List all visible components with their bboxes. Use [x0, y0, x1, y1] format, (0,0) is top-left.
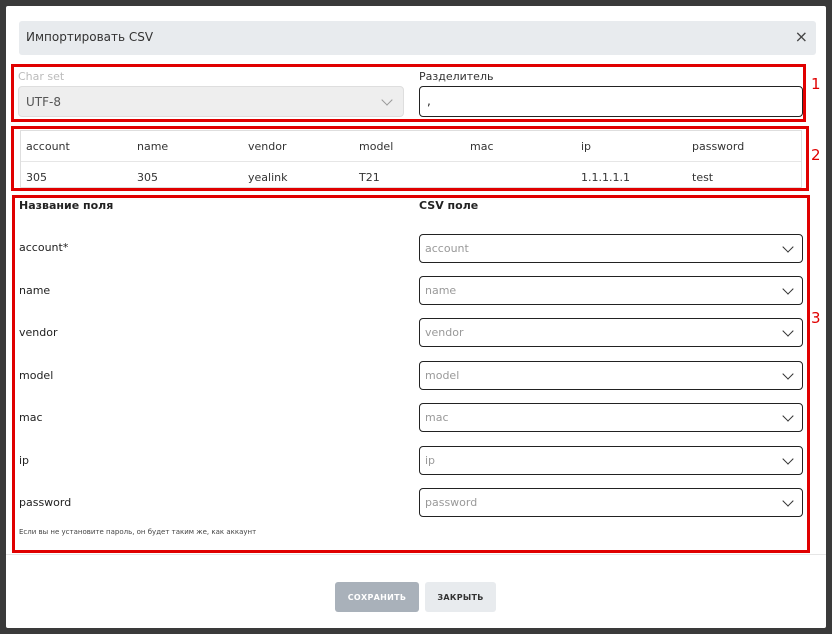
- chevron-down-icon: [782, 325, 794, 337]
- select-placeholder: model: [425, 369, 460, 382]
- csv-field-select-vendor[interactable]: vendor: [419, 318, 803, 347]
- csv-field-select-ip[interactable]: ip: [419, 446, 803, 475]
- chevron-down-icon: [782, 453, 794, 465]
- select-placeholder: name: [425, 284, 457, 297]
- annotation-label-1: 1: [811, 75, 821, 93]
- chevron-down-icon: [782, 368, 794, 380]
- table-header-cell: ip: [581, 140, 592, 153]
- separator-value: ,: [427, 94, 431, 108]
- chevron-down-icon: [782, 410, 794, 422]
- chevron-down-icon: [782, 495, 794, 507]
- table-header-row: account name vendor model mac ip passwor…: [21, 131, 801, 162]
- table-header-cell: account: [26, 140, 70, 153]
- csv-field-select-name[interactable]: name: [419, 276, 803, 305]
- charset-label: Char set: [18, 70, 65, 83]
- csv-preview-table: account name vendor model mac ip passwor…: [20, 130, 802, 188]
- select-placeholder: password: [425, 496, 478, 509]
- close-icon[interactable]: ×: [795, 28, 808, 46]
- footer-divider: [6, 554, 826, 555]
- dialog-title: Импортировать CSV: [26, 30, 154, 44]
- field-label-vendor: vendor: [19, 326, 58, 339]
- charset-select: UTF-8: [18, 86, 404, 117]
- charset-value: UTF-8: [26, 95, 61, 109]
- select-placeholder: account: [425, 242, 469, 255]
- table-cell: 305: [26, 171, 47, 184]
- table-cell: test: [692, 171, 714, 184]
- chevron-down-icon: [381, 94, 393, 106]
- table-header-cell: password: [692, 140, 745, 153]
- field-label-model: model: [19, 369, 54, 382]
- select-placeholder: vendor: [425, 326, 464, 339]
- password-hint: Если вы не установите пароль, он будет т…: [19, 528, 257, 536]
- csv-field-select-mac[interactable]: mac: [419, 403, 803, 432]
- csv-field-select-model[interactable]: model: [419, 361, 803, 390]
- separator-input[interactable]: ,: [419, 86, 803, 117]
- chevron-down-icon: [782, 283, 794, 295]
- table-header-cell: name: [137, 140, 169, 153]
- field-label-name: name: [19, 284, 51, 297]
- table-cell: 1.1.1.1.1: [581, 171, 630, 184]
- dialog-header: Импортировать CSV ×: [19, 21, 816, 55]
- table-header-cell: model: [359, 140, 394, 153]
- close-button[interactable]: ЗАКРЫТЬ: [425, 582, 496, 612]
- chevron-down-icon: [782, 241, 794, 253]
- table-header-cell: mac: [470, 140, 494, 153]
- field-label-account: account*: [19, 241, 69, 254]
- csv-field-select-password[interactable]: password: [419, 488, 803, 517]
- save-button[interactable]: СОХРАНИТЬ: [335, 582, 419, 612]
- table-cell: yealink: [248, 171, 288, 184]
- select-placeholder: mac: [425, 411, 449, 424]
- table-cell: T21: [359, 171, 380, 184]
- field-label-mac: mac: [19, 411, 43, 424]
- annotation-label-3: 3: [811, 309, 821, 327]
- csv-field-select-account[interactable]: account: [419, 234, 803, 263]
- field-label-password: password: [19, 496, 72, 509]
- table-cell: 305: [137, 171, 158, 184]
- annotation-label-2: 2: [811, 146, 821, 164]
- table-header-cell: vendor: [248, 140, 287, 153]
- field-label-ip: ip: [19, 454, 30, 467]
- field-name-header: Название поля: [19, 199, 114, 212]
- select-placeholder: ip: [425, 454, 436, 467]
- csv-field-header: CSV поле: [419, 199, 479, 212]
- import-csv-dialog: Импортировать CSV × 1 Char set UTF-8 Раз…: [6, 6, 826, 628]
- separator-label: Разделитель: [419, 70, 494, 83]
